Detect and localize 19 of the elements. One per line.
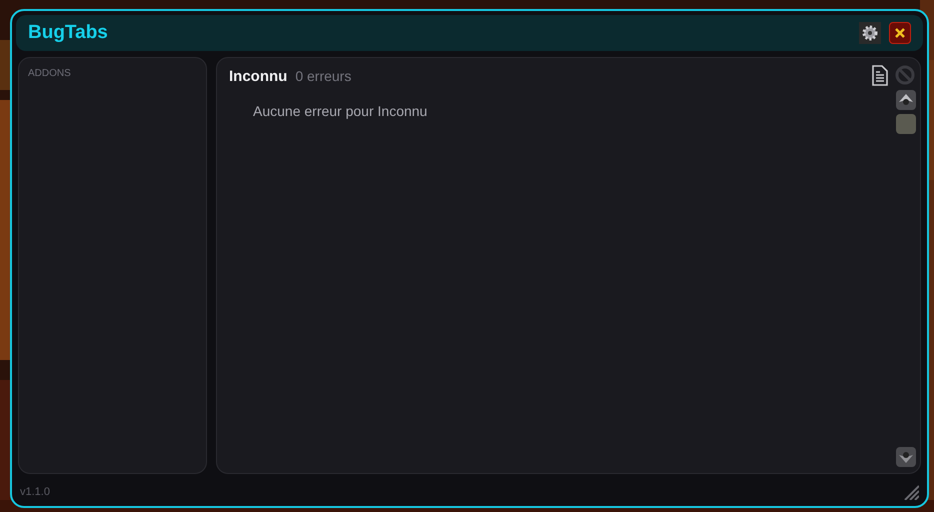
prohibited-icon — [895, 65, 915, 85]
copy-button[interactable] — [870, 64, 890, 86]
resize-grip-icon — [903, 484, 919, 500]
down-arrow-icon — [899, 451, 913, 463]
empty-message: Aucune erreur pour Inconnu — [253, 102, 428, 121]
scroll-thumb[interactable] — [896, 114, 916, 134]
version-label: v1.1.0 — [20, 484, 50, 500]
gear-icon — [861, 24, 879, 42]
settings-button[interactable] — [859, 22, 881, 44]
scroll-up-button[interactable] — [896, 90, 916, 110]
close-icon — [894, 27, 906, 39]
close-button[interactable] — [889, 22, 911, 44]
panel-title: Inconnu — [229, 67, 288, 87]
up-arrow-icon — [899, 94, 913, 106]
error-count: 0 erreurs — [295, 67, 352, 86]
window-title: BugTabs — [28, 20, 109, 45]
scroll-down-button[interactable] — [896, 447, 916, 467]
document-icon — [871, 64, 889, 86]
sidebar-heading: ADDONS — [28, 67, 72, 81]
